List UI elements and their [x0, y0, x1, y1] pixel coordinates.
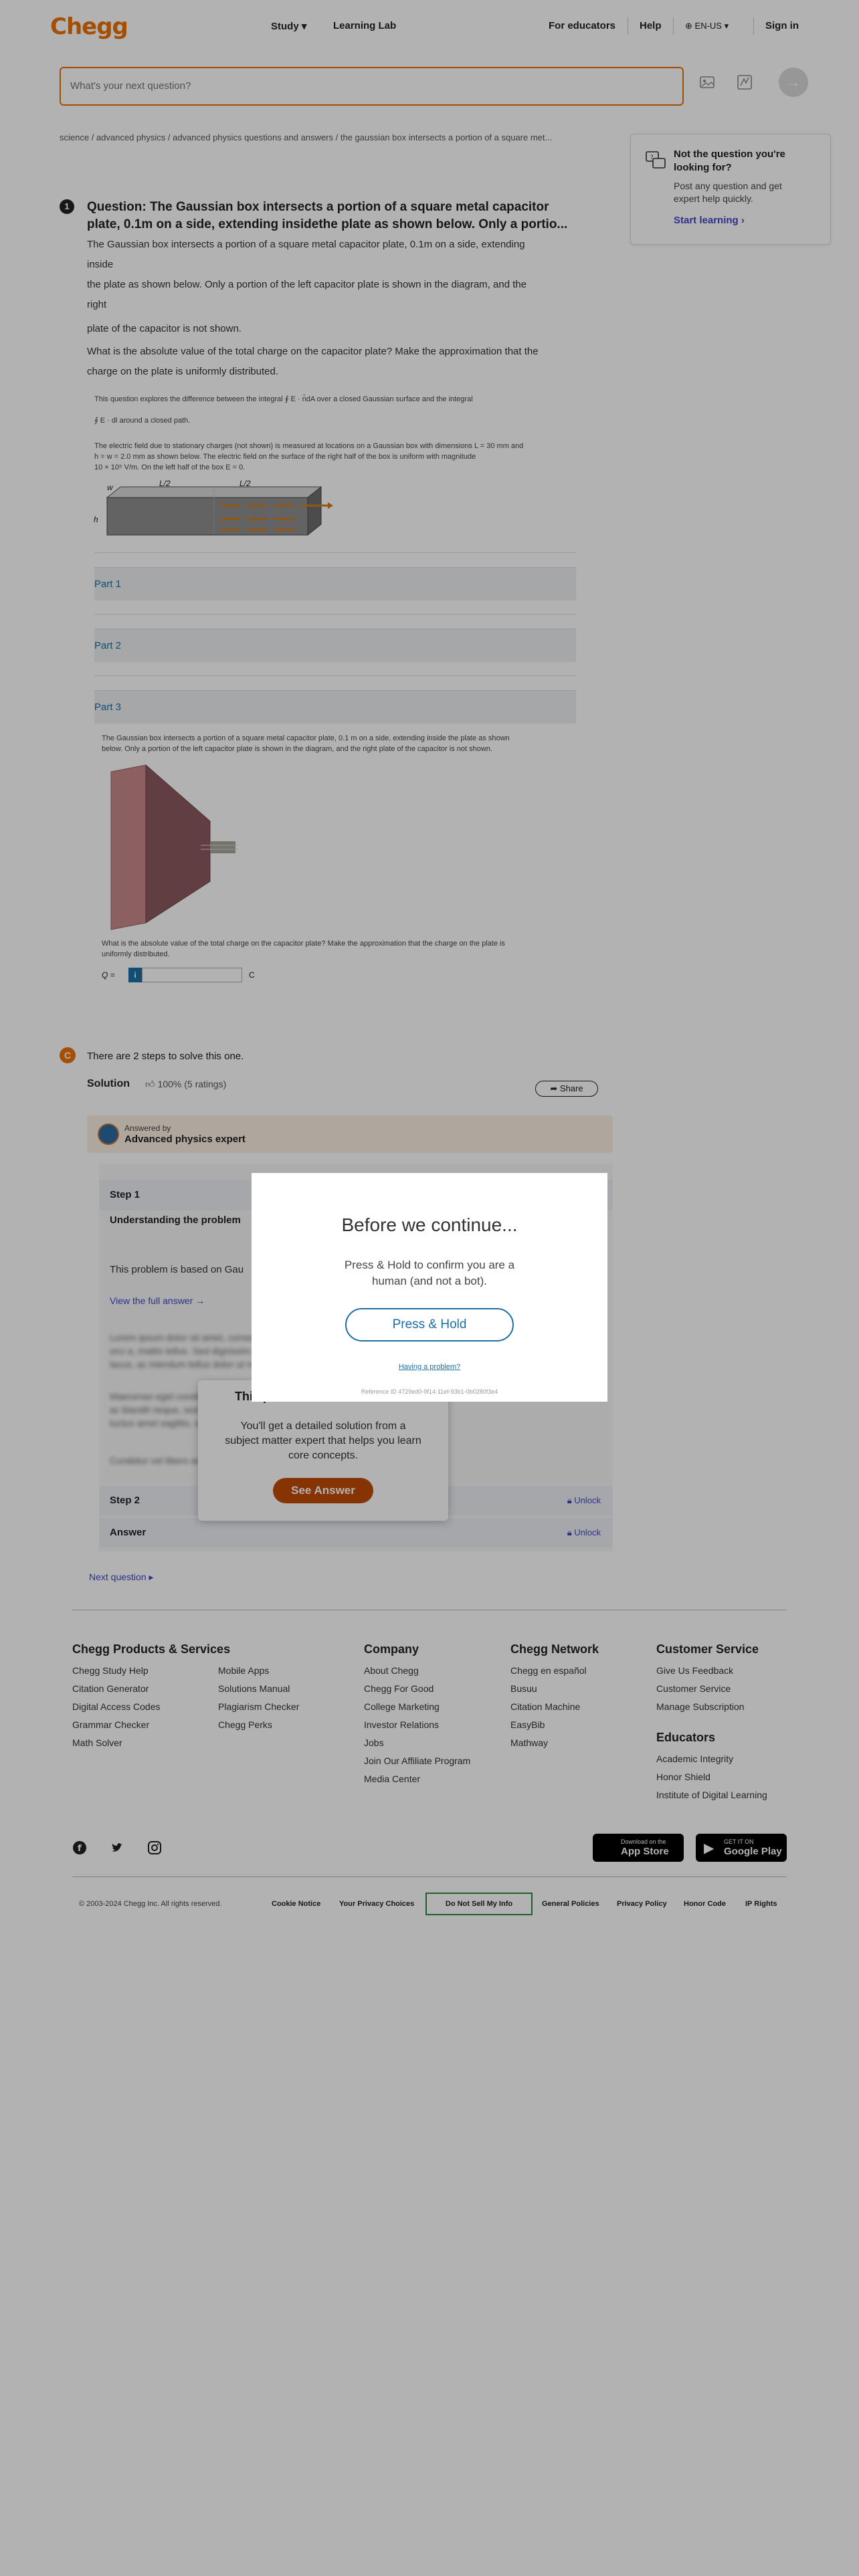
having-a-problem-link[interactable]: Having a problem?: [252, 1363, 607, 1371]
modal-title: Before we continue...: [341, 1214, 518, 1235]
reference-id: Reference ID 4729ed0-9f14-11ef-93b1-0b02…: [361, 1388, 498, 1395]
modal-subtitle: Press & Hold to confirm you are a human …: [344, 1259, 515, 1287]
press-and-hold-button[interactable]: Press & Hold: [345, 1308, 514, 1341]
bot-check-modal: Before we continue... Press & Hold to co…: [252, 1173, 607, 1402]
